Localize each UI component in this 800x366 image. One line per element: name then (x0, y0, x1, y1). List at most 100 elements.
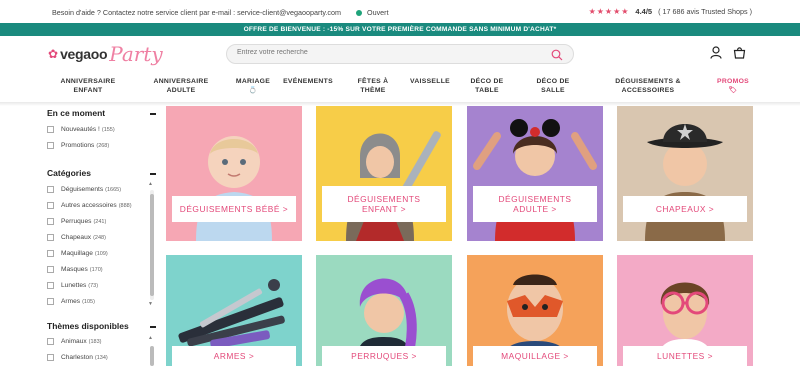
tile-label-text: Armes > (213, 351, 255, 361)
collapse-minus-icon[interactable] (150, 173, 156, 175)
open-status: Ouvert (356, 8, 389, 17)
checkbox[interactable] (47, 266, 54, 273)
nav-label: Accessoires (621, 86, 675, 94)
filter-option[interactable]: Charleston (134) (47, 354, 108, 361)
tile-label: Chapeaux > (623, 196, 747, 222)
category-tile-deguisements-bebe[interactable]: Déguisements Bébé > (166, 106, 302, 241)
filter-option[interactable]: Perruques (241) (47, 218, 106, 225)
search-icon[interactable] (551, 48, 563, 66)
flower-logo-icon: ✿ (48, 47, 59, 61)
filter-option[interactable]: Autres accessoires (888) (47, 202, 132, 209)
tile-label-text: Chapeaux > (655, 204, 715, 214)
filter-label: Promotions (61, 142, 95, 149)
filter-section-title: En ce moment (47, 108, 106, 118)
filter-option[interactable]: Maquillage (109) (47, 250, 108, 257)
tile-label: Déguisements Adulte > (473, 186, 597, 222)
promo-banner[interactable]: OFFRE DE BIENVENUE : -15% SUR VOTRE PREM… (0, 23, 800, 36)
filter-count: (170) (89, 266, 103, 273)
checkbox[interactable] (47, 186, 54, 193)
checkbox[interactable] (47, 282, 54, 289)
shopping-cart-icon[interactable] (733, 46, 746, 64)
scrollbar-thumb[interactable] (150, 346, 154, 366)
scroll-up-arrow-icon[interactable]: ▲ (148, 335, 153, 341)
checkbox[interactable] (47, 218, 54, 225)
nav-anniversaire-enfant[interactable]: Anniversaire Enfant (55, 78, 121, 95)
nav-label: Evénements (283, 78, 333, 85)
filter-option[interactable]: Chapeaux (248) (47, 234, 106, 241)
filter-option[interactable]: Promotions (268) (47, 142, 109, 149)
search-input[interactable] (237, 49, 537, 56)
filter-label: Masques (61, 266, 88, 273)
filter-count: (109) (94, 250, 108, 257)
collapse-minus-icon[interactable] (150, 326, 156, 328)
nav-fetes-a-theme[interactable]: Fêtes à Thème (350, 78, 396, 95)
category-tile-deguisements-enfant[interactable]: Déguisements Enfant > (316, 106, 452, 241)
tile-label: Déguisements Enfant > (322, 186, 446, 222)
nav-label: Vaisselle (410, 78, 450, 85)
scroll-down-arrow-icon[interactable]: ▼ (148, 301, 153, 307)
nav-label: Déco de (536, 78, 570, 85)
logo-text-vegaoo: vegaoo (60, 46, 108, 62)
tile-label: Perruques > (322, 346, 446, 366)
filter-option[interactable]: Animaux (183) (47, 338, 102, 345)
star-rating-icon: ★★★★★ (588, 7, 630, 16)
nav-anniversaire-adulte[interactable]: Anniversaire Adulte (148, 78, 214, 95)
logo-text-party: Party (109, 42, 163, 66)
filter-sidebar: En ce moment Nouveautés ! (155) Promotio… (47, 106, 157, 366)
trusted-shops-rating[interactable]: ★★★★★ 4.4/5 ( 17 686 avis Trusted Shops … (589, 7, 752, 16)
nav-vaisselle[interactable]: Vaisselle (405, 78, 455, 87)
search-bar (226, 44, 574, 64)
nav-mariage[interactable]: Mariage 💍 (230, 78, 276, 95)
tile-label-text: Adulte > (513, 204, 557, 214)
filter-option[interactable]: Armes (105) (47, 298, 95, 305)
filter-label: Charleston (61, 354, 93, 361)
scroll-up-arrow-icon[interactable]: ▲ (148, 181, 153, 187)
tile-label-text: Maquillage > (501, 351, 569, 361)
checkbox[interactable] (47, 126, 54, 133)
ring-icon: 💍 (248, 86, 258, 94)
checkbox[interactable] (47, 354, 54, 361)
status-dot-icon (356, 9, 362, 16)
tile-label: Armes > (172, 346, 296, 366)
nav-deco-de-salle[interactable]: Déco de Salle (530, 78, 576, 95)
checkbox[interactable] (47, 234, 54, 241)
nav-deco-de-table[interactable]: Déco de Table (464, 78, 510, 95)
tile-label: Lunettes > (623, 346, 747, 366)
tile-label: Déguisements Bébé > (172, 196, 296, 222)
filter-count: (155) (101, 126, 115, 133)
tile-label: Maquillage > (473, 346, 597, 366)
nav-label: Enfant (73, 86, 103, 94)
checkbox[interactable] (47, 338, 54, 345)
category-tile-lunettes[interactable]: Lunettes > (617, 255, 753, 366)
category-tile-deguisements-adulte[interactable]: Déguisements Adulte > (467, 106, 603, 241)
filter-option[interactable]: Masques (170) (47, 266, 103, 273)
checkbox[interactable] (47, 142, 54, 149)
category-tile-maquillage[interactable]: Maquillage > (467, 255, 603, 366)
tile-label-text: Perruques > (351, 351, 417, 361)
user-account-icon[interactable] (710, 46, 722, 64)
nav-label: Mariage (235, 78, 271, 85)
filter-section-title: Catégories (47, 168, 91, 178)
status-label: Ouvert (367, 8, 389, 17)
site-logo[interactable]: ✿ vegaoo Party (48, 40, 163, 68)
nav-label: Fêtes à (357, 78, 389, 85)
nav-promos[interactable]: Promos 🏷 (708, 78, 758, 95)
nav-deguisements-accessoires[interactable]: Déguisements & Accessoires (608, 78, 688, 95)
filter-count: (248) (93, 234, 106, 241)
checkbox[interactable] (47, 298, 54, 305)
scrollbar-thumb[interactable] (150, 194, 154, 296)
filter-option[interactable]: Déguisements (1665) (47, 186, 121, 193)
checkbox[interactable] (47, 250, 54, 257)
filter-count: (268) (96, 142, 110, 149)
category-tile-armes[interactable]: Armes > (166, 255, 302, 366)
main-nav: Anniversaire Enfant Anniversaire Adulte … (0, 75, 800, 103)
category-tile-chapeaux[interactable]: Chapeaux > (617, 106, 753, 241)
checkbox[interactable] (47, 202, 54, 209)
nav-evenements[interactable]: Evénements (280, 78, 336, 87)
review-count: ( 17 686 avis Trusted Shops ) (658, 7, 752, 16)
collapse-minus-icon[interactable] (150, 113, 156, 115)
tile-label-text: Déguisements Bébé > (179, 204, 289, 214)
category-tile-perruques[interactable]: Perruques > (316, 255, 452, 366)
filter-option[interactable]: Lunettes (73) (47, 282, 98, 289)
filter-option[interactable]: Nouveautés ! (155) (47, 126, 115, 133)
